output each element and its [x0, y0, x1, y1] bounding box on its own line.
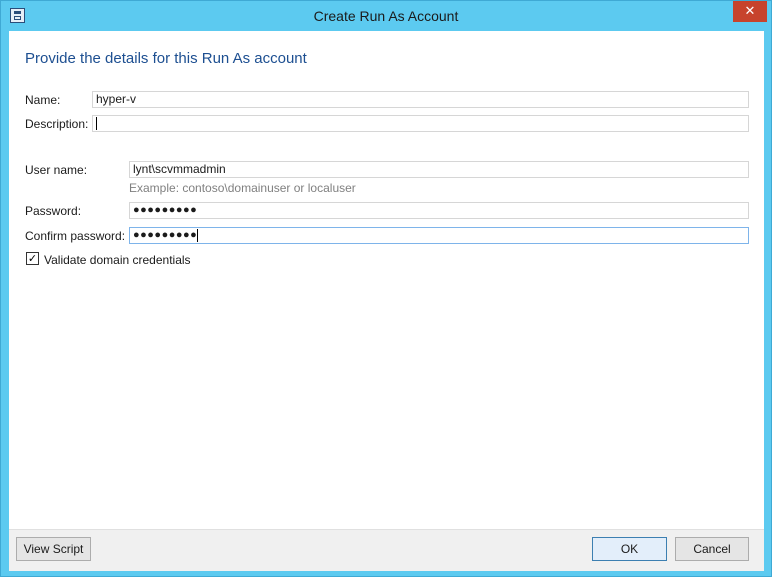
validate-domain-label[interactable]: Validate domain credentials: [44, 253, 191, 267]
window-title: Create Run As Account: [313, 8, 459, 24]
name-field[interactable]: hyper-v: [92, 91, 749, 108]
close-button[interactable]: ✕: [733, 1, 767, 22]
confirm-password-label: Confirm password:: [25, 229, 126, 243]
password-field[interactable]: ●●●●●●●●●: [129, 202, 749, 219]
view-script-button[interactable]: View Script: [16, 537, 91, 561]
description-field[interactable]: [92, 115, 749, 132]
description-label: Description:: [25, 117, 89, 131]
button-bar: View Script OK Cancel: [9, 529, 764, 571]
username-field[interactable]: lynt\scvmmadmin: [129, 161, 749, 178]
page-heading: Provide the details for this Run As acco…: [25, 50, 307, 67]
name-label: Name:: [25, 93, 61, 107]
username-hint: Example: contoso\domainuser or localuser: [129, 181, 356, 195]
username-label: User name:: [25, 163, 88, 177]
ok-button[interactable]: OK: [592, 537, 667, 561]
validate-domain-checkbox[interactable]: ✓: [26, 252, 39, 265]
title-bar[interactable]: Create Run As Account ✕: [1, 1, 771, 31]
text-caret: [96, 117, 97, 131]
password-label: Password:: [25, 204, 82, 218]
text-caret: [197, 228, 199, 242]
form-panel: Provide the details for this Run As acco…: [9, 31, 764, 529]
confirm-password-value: ●●●●●●●●●: [133, 229, 198, 241]
cancel-button[interactable]: Cancel: [675, 537, 749, 561]
dialog-window: Create Run As Account ✕ Provide the deta…: [0, 0, 772, 577]
confirm-password-field[interactable]: ●●●●●●●●●: [129, 227, 749, 244]
